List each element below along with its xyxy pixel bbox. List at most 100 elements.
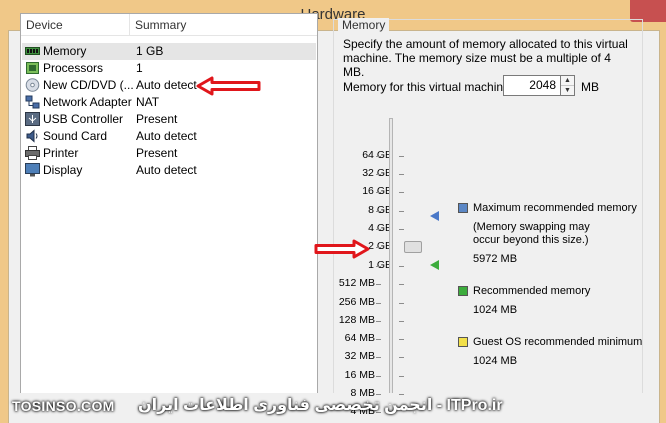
scale-tick-mark [376, 174, 381, 175]
scale-tick-mark [376, 192, 381, 193]
scale-tick-label: 32 MB [344, 350, 375, 362]
device-name: Memory [43, 44, 87, 58]
device-name: Printer [43, 146, 79, 160]
scale-tick-mark [376, 229, 381, 230]
device-name: New CD/DVD (... [43, 78, 134, 92]
scale-tick-mark [399, 174, 404, 175]
scale-tick-label: 16 MB [344, 369, 375, 381]
scale-tick-label: 32 GB [362, 167, 392, 179]
device-row-display[interactable]: Display Auto detect [22, 162, 316, 179]
scale-tick-mark [399, 266, 404, 267]
usb-icon [25, 112, 40, 126]
scale-tick-mark [399, 357, 404, 358]
max-recommended-label: Maximum recommended memory [473, 202, 637, 214]
device-row-network-adapter[interactable]: Network Adapter NAT [22, 94, 316, 111]
scale-tick-mark [376, 376, 381, 377]
device-name: Display [43, 163, 83, 177]
device-row-sound-card[interactable]: Sound Card Auto detect [22, 128, 316, 145]
memory-spinner[interactable]: ▲ ▼ [561, 75, 575, 96]
recommended-value: 1024 MB [473, 304, 518, 316]
memory-description: Specify the amount of memory allocated t… [343, 37, 628, 79]
watermark-right: انجمن تخصصی فناوری اطلاعات ایران - ITPro… [138, 397, 503, 414]
scale-tick-mark [376, 284, 381, 285]
max-recommended-note: (Memory swapping may occur beyond this s… [473, 221, 590, 246]
scale-tick-mark [399, 339, 404, 340]
device-row-usb-controller[interactable]: USB Controller Present [22, 111, 316, 128]
watermark-left: TOSINSO.COM [12, 398, 115, 414]
scale-tick-mark [376, 339, 381, 340]
scale-tick-mark [376, 303, 381, 304]
red-arrow-left-icon [196, 76, 261, 96]
guest-min-value: 1024 MB [473, 355, 518, 367]
display-icon [25, 163, 40, 177]
sound-card-icon [26, 129, 38, 143]
max-recommended-value: 5972 MB [473, 253, 518, 265]
max-recommended-swatch [458, 203, 468, 213]
memory-slider-thumb[interactable] [404, 241, 422, 253]
cd-dvd-icon [25, 78, 40, 92]
scale-tick-mark [376, 357, 381, 358]
device-column-header[interactable]: Device [26, 18, 63, 32]
scale-tick-mark [399, 156, 404, 157]
scale-tick-mark [399, 229, 404, 230]
device-summary: NAT [136, 95, 160, 109]
device-summary: 1 GB [136, 44, 164, 58]
guest-min-label: Guest OS recommended minimum [473, 336, 643, 348]
network-adapter-icon [25, 95, 40, 109]
device-name: Network Adapter [43, 95, 132, 109]
device-name: Processors [43, 61, 104, 75]
guest-min-swatch [458, 337, 468, 347]
memory-unit-label: MB [581, 80, 599, 94]
scale-tick-label: 64 GB [362, 149, 392, 161]
device-summary: Auto detect [136, 163, 197, 177]
device-list[interactable]: Device Summary Memory 1 GB Processors 1 … [20, 13, 318, 393]
scale-tick-mark [399, 211, 404, 212]
recommended-swatch [458, 286, 468, 296]
recommended-marker-icon [430, 260, 439, 270]
scale-tick-mark [399, 303, 404, 304]
scale-tick-label: 512 MB [338, 277, 375, 289]
watermark-bar: TOSINSO.COM انجمن تخصصی فناوری اطلاعات ا… [0, 390, 666, 423]
scale-tick-label: 128 MB [338, 314, 375, 326]
scale-tick-mark [399, 284, 404, 285]
scale-tick-label: 64 MB [344, 332, 375, 344]
device-name: Sound Card [43, 129, 108, 143]
memory-size-input[interactable]: 2048 [503, 75, 561, 96]
summary-column-header[interactable]: Summary [135, 18, 186, 32]
scale-tick-label: 8 GB [368, 204, 392, 216]
scale-tick-label: 16 GB [362, 185, 392, 197]
device-name: USB Controller [43, 112, 124, 126]
processor-icon [26, 62, 39, 74]
scale-tick-mark [399, 321, 404, 322]
scale-tick-mark [376, 156, 381, 157]
memory-group-title: Memory [338, 18, 390, 32]
column-divider[interactable] [129, 14, 130, 36]
scale-tick-mark [376, 321, 381, 322]
scale-tick-mark [399, 376, 404, 377]
device-row-processors[interactable]: Processors 1 [22, 60, 316, 77]
memory-slider-track[interactable] [389, 118, 393, 393]
recommended-label: Recommended memory [473, 285, 591, 297]
scale-tick-label: 4 GB [368, 222, 392, 234]
printer-icon [25, 146, 40, 160]
device-summary: Auto detect [136, 129, 197, 143]
spin-down-button[interactable]: ▼ [561, 86, 574, 96]
max-recommended-marker-icon [430, 211, 439, 221]
spin-up-button[interactable]: ▲ [561, 76, 574, 86]
device-row-printer[interactable]: Printer Present [22, 145, 316, 162]
device-summary: Present [136, 112, 178, 126]
memory-input-label: Memory for this virtual machine: [343, 80, 514, 94]
scale-tick-mark [399, 192, 404, 193]
device-row-memory[interactable]: Memory 1 GB [22, 43, 316, 60]
scale-tick-mark [376, 211, 381, 212]
scale-tick-label: 1 GB [368, 259, 392, 271]
device-summary: Present [136, 146, 178, 160]
device-summary: 1 [136, 61, 143, 75]
device-list-header: Device Summary [21, 14, 317, 36]
memory-icon [25, 47, 40, 55]
scale-tick-mark [376, 247, 381, 248]
red-arrow-right-icon [314, 239, 370, 259]
device-row-cd-dvd[interactable]: New CD/DVD (... Auto detect [22, 77, 316, 94]
device-summary: Auto detect [136, 78, 197, 92]
scale-tick-mark [376, 266, 381, 267]
